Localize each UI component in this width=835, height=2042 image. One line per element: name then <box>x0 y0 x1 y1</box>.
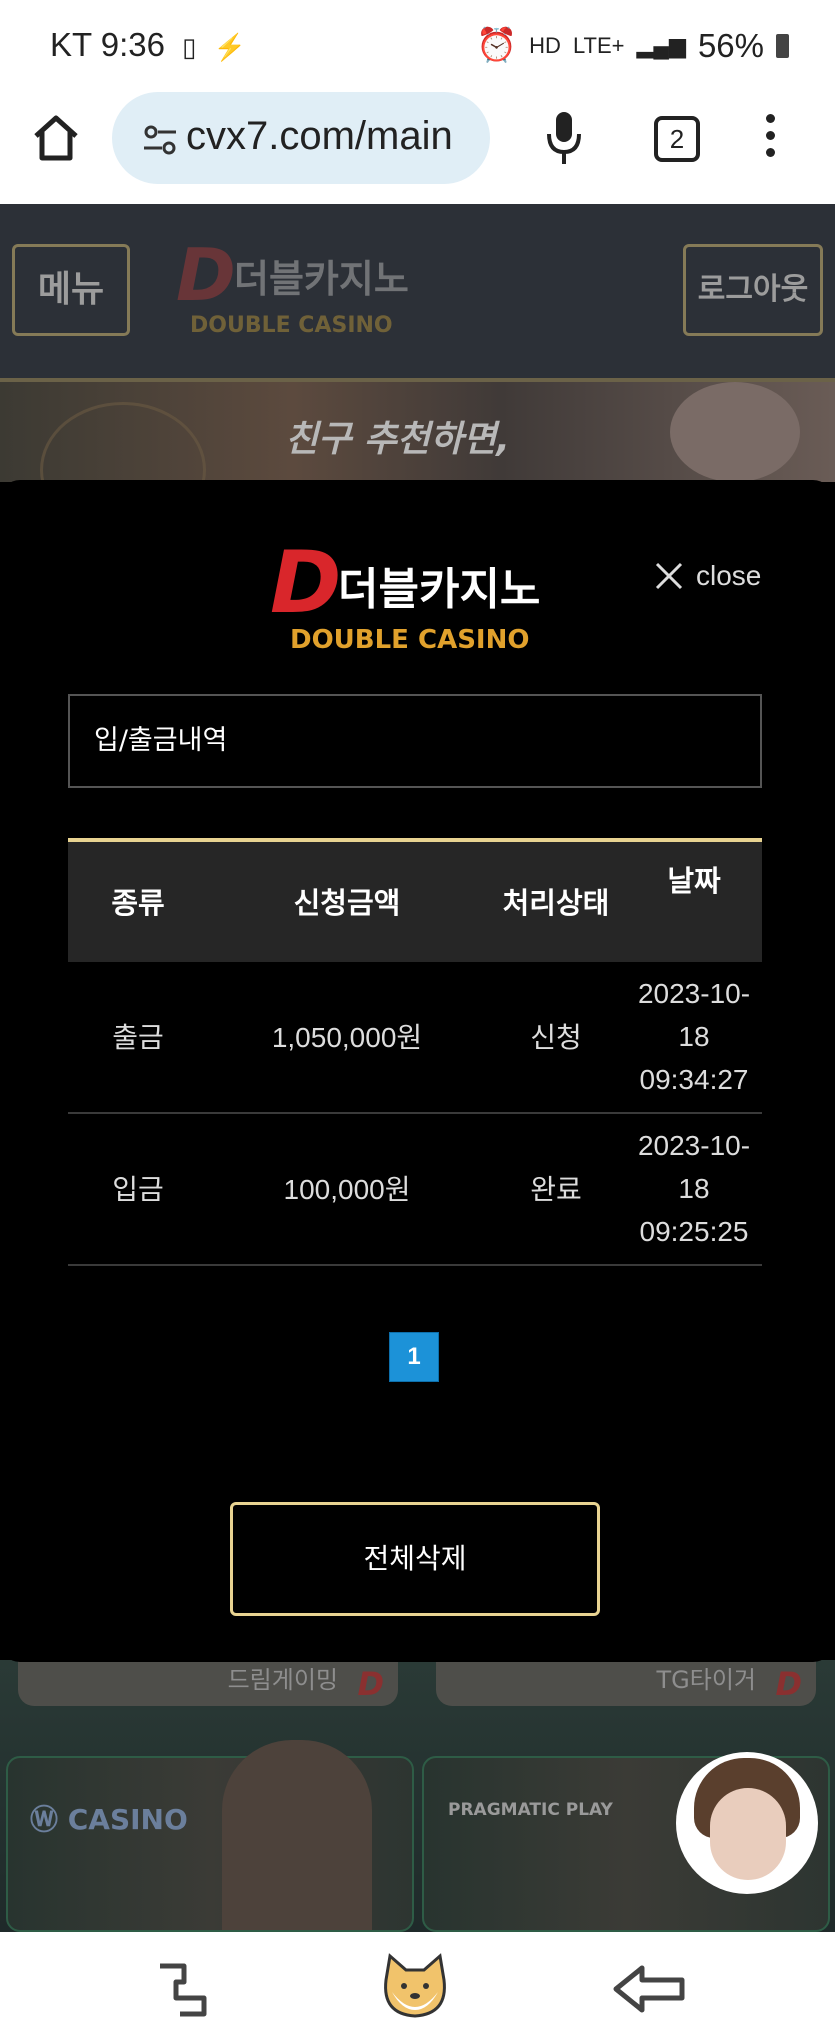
banner-text: 친구 추천하면, <box>285 419 510 460</box>
provider-dreamgaming[interactable]: 드림게이밍 D <box>18 1660 398 1706</box>
status-bar: KT 9:36 ▯ ⚡ ⏰ HD LTE+ ▂▄▆ 56% <box>0 0 835 88</box>
svg-text:D: D <box>176 234 236 317</box>
cell-date: 2023-10- 18 09:25:25 <box>626 1124 762 1253</box>
banner-model-image <box>670 382 800 482</box>
logout-button[interactable]: 로그아웃 <box>683 244 823 336</box>
date-line: 18 <box>678 1021 710 1052</box>
provider-label: 드림게이밍 <box>227 1666 338 1694</box>
delete-all-button[interactable]: 전체삭제 <box>230 1502 600 1616</box>
svg-text:DOUBLE CASINO: DOUBLE CASINO <box>290 625 529 654</box>
system-nav-bar <box>0 1932 835 2042</box>
section-title: 입/출금내역 <box>68 694 762 788</box>
browser-toolbar: cvx7.com/main 2 <box>0 88 835 204</box>
url-text: cvx7.com/main <box>186 114 453 158</box>
history-table: 종류 신청금액 처리상태 날짜 출금 1,050,000원 신청 2023-10… <box>68 838 762 1266</box>
close-icon <box>655 562 683 590</box>
col-header-date: 날짜 <box>667 864 721 898</box>
site-header: 메뉴 D 더블카지노 DOUBLE CASINO 로그아웃 <box>0 204 835 382</box>
more-options-icon[interactable] <box>762 114 778 164</box>
site-settings-icon[interactable] <box>142 122 178 158</box>
battery-level: 56% <box>697 26 764 64</box>
cell-type: 입금 <box>112 1173 164 1206</box>
date-line: 18 <box>678 1173 710 1204</box>
tab-switcher-button[interactable]: 2 <box>654 116 700 162</box>
cell-status: 완료 <box>530 1173 582 1206</box>
home-dog-icon[interactable] <box>378 1952 452 2022</box>
menu-button[interactable]: 메뉴 <box>12 244 130 336</box>
avatar-face <box>710 1788 786 1880</box>
chat-avatar[interactable] <box>676 1752 818 1894</box>
d-logo-icon: D <box>357 1665 384 1703</box>
card-label: Ⓦ CASINO <box>30 1803 188 1836</box>
close-label: close <box>696 560 762 591</box>
mic-icon[interactable] <box>544 108 584 168</box>
status-right: ⏰ HD LTE+ ▂▄▆ 56% <box>476 26 789 65</box>
col-header-amount: 신청금액 <box>293 886 401 920</box>
table-row: 입금 100,000원 완료 2023-10- 18 09:25:25 <box>68 1114 762 1266</box>
battery-icon <box>776 33 789 58</box>
card-label: PRAGMATIC PLAY <box>448 1800 613 1820</box>
date-line: 2023-10- <box>637 1130 751 1161</box>
back-icon[interactable] <box>612 1964 686 2014</box>
cell-status: 신청 <box>530 1021 582 1054</box>
wm-icon: Ⓦ <box>30 1803 68 1836</box>
svg-text:D: D <box>270 536 341 633</box>
casino-card-wm[interactable]: Ⓦ CASINO <box>6 1740 414 1932</box>
home-icon[interactable] <box>30 112 82 164</box>
provider-tgtiger[interactable]: TG타이거 D <box>436 1660 816 1706</box>
promo-banner[interactable]: 친구 추천하면, <box>0 382 835 538</box>
transaction-history-modal: D 더블카지노 DOUBLE CASINO close 입/출금내역 종류 신청… <box>0 480 833 1662</box>
svg-text:더블카지노: 더블카지노 <box>234 257 409 301</box>
carrier-time: KT 9:36 <box>50 26 165 63</box>
provider-label: TG타이거 <box>656 1666 757 1694</box>
col-header-type: 종류 <box>111 886 165 920</box>
hd-icon: HD <box>529 32 561 58</box>
date-line: 2023-10- <box>637 978 751 1009</box>
status-left: KT 9:36 ▯ ⚡ <box>50 26 246 64</box>
cell-amount: 1,050,000원 <box>271 1022 423 1053</box>
cell-type: 출금 <box>112 1021 164 1054</box>
notification-icon: ▯ <box>182 32 197 62</box>
cell-date: 2023-10- 18 09:34:27 <box>626 972 762 1101</box>
close-button[interactable]: close <box>654 556 761 596</box>
dealer-image <box>222 1740 372 1930</box>
cell-amount: 100,000원 <box>283 1174 411 1205</box>
svg-text:더블카지노: 더블카지노 <box>338 564 540 615</box>
time-line: 09:25:25 <box>639 1216 749 1247</box>
address-bar[interactable]: cvx7.com/main <box>112 92 490 184</box>
time-line: 09:34:27 <box>639 1064 749 1095</box>
network-type: LTE+ <box>572 32 625 58</box>
signal-icon: ▂▄▆ <box>636 32 686 58</box>
svg-text:DOUBLE CASINO: DOUBLE CASINO <box>190 313 393 338</box>
col-header-status: 처리상태 <box>502 886 610 920</box>
d-logo-icon: D <box>775 1665 802 1703</box>
table-header: 종류 신청금액 처리상태 날짜 <box>68 838 762 962</box>
page-button-1[interactable]: 1 <box>389 1332 439 1382</box>
no-sim-icon: ⚡ <box>213 32 246 62</box>
recent-apps-icon[interactable] <box>154 1960 210 2020</box>
alarm-icon: ⏰ <box>476 26 518 63</box>
site-logo: D 더블카지노 DOUBLE CASINO <box>176 234 409 338</box>
table-row: 출금 1,050,000원 신청 2023-10- 18 09:34:27 <box>68 962 762 1114</box>
modal-logo: D 더블카지노 DOUBLE CASINO <box>270 536 540 654</box>
